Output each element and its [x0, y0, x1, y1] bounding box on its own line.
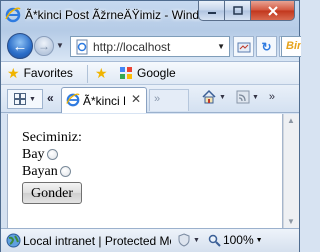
window-title: Ã*kinci Post ÃžrneÄŸimiz - Windows Inter… — [25, 8, 203, 22]
feeds-button[interactable]: ▼ — [236, 90, 259, 104]
search-input[interactable]: Bing — [286, 40, 301, 52]
scroll-down-icon[interactable]: ▼ — [287, 217, 295, 226]
compatibility-view-icon — [237, 42, 250, 52]
tab-active[interactable]: Ã*kinci Post ÃžrneÄŸimiz ✕ — [61, 87, 147, 113]
navigation-bar: ← → ▼ http://localhost ▼ ↻ ✕ — [1, 31, 301, 61]
zoom-level: 100% — [222, 233, 254, 247]
search-box[interactable]: Bing — [281, 36, 301, 57]
local-intranet-icon — [6, 233, 21, 248]
home-button[interactable]: ▼ — [201, 89, 226, 105]
forward-button[interactable]: → — [34, 36, 54, 56]
page-content: Seciminiz: Bay Bayan Gonder — [7, 114, 283, 228]
minimize-icon — [207, 11, 216, 14]
window-controls — [198, 1, 295, 21]
favorites-button[interactable]: ★ Favorites — [7, 66, 73, 80]
recent-pages-dropdown[interactable]: ▼ — [56, 41, 64, 50]
close-button[interactable] — [251, 1, 295, 21]
zoom-dropdown-icon[interactable]: ▼ — [256, 237, 263, 244]
option-label: Bay — [22, 147, 45, 162]
tab-page-icon — [66, 93, 80, 107]
protected-mode-icon — [178, 233, 190, 247]
minimize-button[interactable] — [198, 1, 225, 21]
title-bar: Ã*kinci Post ÃžrneÄŸimiz - Windows Inter… — [1, 1, 299, 31]
maximize-button[interactable] — [225, 1, 251, 21]
feeds-dropdown-icon[interactable]: ▼ — [252, 94, 259, 101]
selection-form: Seciminiz: Bay Bayan Gonder — [22, 129, 82, 204]
zoom-button[interactable]: 100% ▼ — [208, 233, 263, 247]
new-tab-button[interactable]: » — [149, 89, 189, 111]
protected-mode-button[interactable]: ▼ — [177, 233, 200, 247]
vertical-scrollbar[interactable]: ▲ ▼ — [283, 114, 299, 228]
favorites-bar: ★ Favorites ★ Google — [1, 61, 299, 85]
maximize-icon — [232, 5, 243, 15]
status-tools: ▼ 100% ▼ — [177, 233, 263, 247]
forward-arrow-icon: → — [38, 39, 50, 53]
tab-label: Ã*kinci Post ÃžrneÄŸimiz — [83, 94, 125, 108]
add-favorite-icon: ★ — [95, 65, 108, 81]
address-input[interactable]: http://localhost — [93, 40, 203, 54]
add-to-favorites-bar-button[interactable]: ★ — [95, 66, 108, 80]
tab-close-icon[interactable]: ✕ — [131, 92, 141, 106]
quick-tabs-button[interactable]: ▼ — [7, 89, 43, 109]
page-icon — [76, 39, 88, 55]
favorites-label: Favorites — [23, 66, 73, 80]
home-icon — [202, 89, 216, 104]
option-row: Bay — [22, 146, 82, 163]
google-label: Google — [137, 66, 176, 80]
browser-window: Ã*kinci Post ÃžrneÄŸimiz - Windows Inter… — [0, 0, 301, 252]
quick-tabs-icon — [14, 93, 27, 105]
prompt-label: Seciminiz: — [22, 130, 82, 145]
google-favorite-link[interactable]: Google — [119, 66, 176, 80]
more-tools-chevron-icon[interactable]: » — [269, 91, 275, 103]
bay-radio[interactable] — [46, 149, 58, 160]
feeds-icon — [236, 90, 250, 104]
status-bar: Local intranet | Protected Mode: Off ▼ 1… — [1, 228, 299, 252]
address-bar[interactable]: http://localhost ▼ — [70, 36, 230, 57]
compatibility-view-button[interactable] — [233, 36, 254, 57]
back-button[interactable]: ← — [7, 33, 33, 59]
favorites-star-icon: ★ — [7, 65, 20, 81]
home-dropdown-icon[interactable]: ▼ — [219, 94, 226, 101]
close-icon — [267, 5, 278, 16]
bayan-radio[interactable] — [59, 166, 71, 177]
back-arrow-icon: ← — [12, 37, 28, 55]
quick-tabs-dropdown-icon: ▼ — [29, 95, 36, 103]
security-zone-text: Local intranet | Protected Mode: Off — [23, 234, 171, 248]
scroll-up-icon[interactable]: ▲ — [287, 116, 295, 125]
option-label: Bayan — [22, 164, 58, 179]
favorites-separator — [87, 65, 88, 83]
zoom-icon — [208, 234, 221, 247]
command-bar: ▼ ▼ » — [201, 89, 275, 105]
tab-bar: ▼ « Ã*kinci Post ÃžrneÄŸimiz ✕ » ▼ — [1, 85, 299, 113]
option-row: Bayan — [22, 163, 82, 180]
refresh-button[interactable]: ↻ — [256, 36, 277, 57]
protected-mode-dropdown-icon[interactable]: ▼ — [193, 237, 200, 244]
refresh-icon: ↻ — [261, 39, 272, 54]
google-icon — [120, 67, 132, 79]
address-dropdown-icon[interactable]: ▼ — [217, 42, 225, 51]
tab-list-icon[interactable]: « — [47, 91, 54, 105]
ie-logo-icon — [5, 7, 21, 23]
new-tab-icon: » — [154, 93, 161, 105]
submit-button[interactable]: Gonder — [22, 182, 82, 204]
